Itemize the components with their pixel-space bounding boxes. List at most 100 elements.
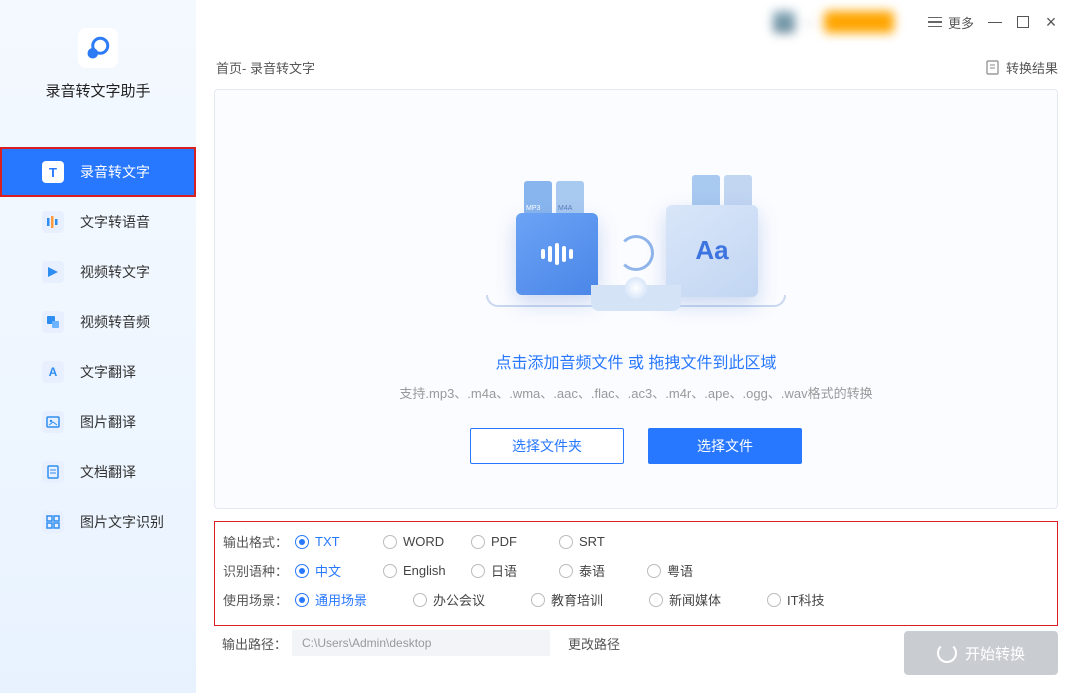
radio-label: PDF [491, 534, 517, 549]
app-name: 录音转文字助手 [0, 80, 196, 101]
radio-label: 泰语 [579, 561, 605, 580]
start-convert-button[interactable]: 开始转换 [904, 631, 1058, 675]
radio-label: IT科技 [787, 590, 825, 609]
upgrade-button[interactable] [824, 11, 894, 33]
main-area: 首页- 录音转文字 转换结果 Aa 点击添加音频文件 或 拖拽文件到此区域 支持… [196, 58, 1076, 693]
sidebar-icon [42, 461, 64, 483]
sidebar-item-label: 录音转文字 [80, 162, 150, 182]
radio-icon [413, 593, 427, 607]
options-panel: 输出格式： TXT WORD PDF SRT 识别语种： 中文 English 日语 泰语 粤语使用… [214, 521, 1058, 626]
radio-label: 通用场景 [315, 590, 367, 609]
radio-format-1[interactable]: WORD [383, 534, 471, 549]
sidebar-item-label: 图片文字识别 [80, 512, 164, 532]
radio-scene-4[interactable]: IT科技 [767, 590, 885, 609]
dropzone[interactable]: Aa 点击添加音频文件 或 拖拽文件到此区域 支持.mp3、.m4a、.wma、… [214, 89, 1058, 509]
sidebar-icon [42, 411, 64, 433]
sidebar-icon [42, 311, 64, 333]
sidebar-icon: A [42, 361, 64, 383]
sidebar-item-label: 视频转文字 [80, 262, 150, 282]
sidebar-item-label: 文字转语音 [80, 212, 150, 232]
sidebar-item-7[interactable]: 图片文字识别 [0, 497, 196, 547]
radio-label: WORD [403, 534, 444, 549]
radio-icon [383, 564, 397, 578]
radio-icon [531, 593, 545, 607]
spinner-icon [937, 643, 957, 663]
titlebar: ··· 更多 × [773, 0, 1076, 44]
radio-scene-0[interactable]: 通用场景 [295, 590, 413, 609]
breadcrumb-bar: 首页- 录音转文字 转换结果 [214, 58, 1058, 77]
sidebar-item-label: 视频转音频 [80, 312, 150, 332]
radio-format-2[interactable]: PDF [471, 534, 559, 549]
sidebar-item-label: 文档翻译 [80, 462, 136, 482]
radio-icon [767, 593, 781, 607]
sidebar: 录音转文字助手 T 录音转文字文字转语音视频转文字视频转音频 A 文字翻译图片翻译文档… [0, 0, 196, 693]
radio-icon [647, 564, 661, 578]
sidebar-icon: T [42, 161, 64, 183]
avatar [773, 11, 795, 33]
sidebar-item-1[interactable]: 文字转语音 [0, 197, 196, 247]
radio-label: English [403, 563, 446, 578]
radio-icon [295, 593, 309, 607]
radio-label: TXT [315, 534, 340, 549]
sidebar-icon [42, 211, 64, 233]
radio-icon [649, 593, 663, 607]
results-link[interactable]: 转换结果 [985, 58, 1058, 77]
close-button[interactable]: × [1044, 15, 1058, 29]
select-folder-button[interactable]: 选择文件夹 [470, 428, 624, 464]
sidebar-item-6[interactable]: 文档翻译 [0, 447, 196, 497]
radio-scene-3[interactable]: 新闻媒体 [649, 590, 767, 609]
more-menu[interactable]: 更多 [928, 13, 974, 32]
radio-icon [471, 564, 485, 578]
change-path-link[interactable]: 更改路径 [568, 634, 620, 653]
sidebar-icon [42, 261, 64, 283]
output-path-label: 输出路径： [214, 634, 292, 653]
sidebar-item-5[interactable]: 图片翻译 [0, 397, 196, 447]
radio-label: 新闻媒体 [669, 590, 721, 609]
radio-lang-4[interactable]: 粤语 [647, 561, 735, 580]
radio-icon [471, 535, 485, 549]
radio-label: 办公会议 [433, 590, 485, 609]
radio-format-0[interactable]: TXT [295, 534, 383, 549]
sidebar-icon [42, 511, 64, 533]
radio-label: 粤语 [667, 561, 693, 580]
select-file-button[interactable]: 选择文件 [648, 428, 802, 464]
radio-lang-1[interactable]: English [383, 563, 471, 578]
radio-label: 教育培训 [551, 590, 603, 609]
hamburger-icon [928, 17, 942, 28]
app-logo [78, 28, 118, 68]
output-path-value[interactable]: C:\Users\Admin\desktop [292, 630, 550, 656]
user-area: ··· [773, 11, 894, 33]
sidebar-item-4[interactable]: A 文字翻译 [0, 347, 196, 397]
maximize-button[interactable] [1016, 15, 1030, 29]
radio-icon [295, 564, 309, 578]
option-row-lang: 识别语种： 中文 English 日语 泰语 粤语 [223, 561, 1049, 580]
option-label: 使用场景： [223, 590, 295, 609]
radio-scene-1[interactable]: 办公会议 [413, 590, 531, 609]
option-label: 识别语种： [223, 561, 295, 580]
sidebar-item-3[interactable]: 视频转音频 [0, 297, 196, 347]
option-label: 输出格式： [223, 532, 295, 551]
radio-lang-2[interactable]: 日语 [471, 561, 559, 580]
breadcrumb: 首页- 录音转文字 [216, 58, 315, 77]
radio-lang-0[interactable]: 中文 [295, 561, 383, 580]
radio-icon [383, 535, 397, 549]
document-icon [985, 60, 1000, 75]
minimize-button[interactable] [988, 15, 1002, 29]
radio-label: 日语 [491, 561, 517, 580]
more-label: 更多 [948, 13, 974, 32]
option-row-scene: 使用场景： 通用场景 办公会议 教育培训 新闻媒体 IT科技 [223, 590, 1049, 609]
dropzone-title: 点击添加音频文件 或 拖拽文件到此区域 [496, 349, 777, 373]
dropzone-subtitle: 支持.mp3、.m4a、.wma、.aac、.flac、.ac3、.m4r、.a… [399, 383, 872, 402]
radio-lang-3[interactable]: 泰语 [559, 561, 647, 580]
radio-icon [295, 535, 309, 549]
radio-scene-2[interactable]: 教育培训 [531, 590, 649, 609]
radio-label: SRT [579, 534, 605, 549]
option-row-format: 输出格式： TXT WORD PDF SRT [223, 532, 1049, 551]
sidebar-item-label: 文字翻译 [80, 362, 136, 382]
radio-label: 中文 [315, 561, 341, 580]
sidebar-item-2[interactable]: 视频转文字 [0, 247, 196, 297]
radio-format-3[interactable]: SRT [559, 534, 647, 549]
sidebar-item-label: 图片翻译 [80, 412, 136, 432]
radio-icon [559, 564, 573, 578]
sidebar-item-0[interactable]: T 录音转文字 [0, 147, 196, 197]
